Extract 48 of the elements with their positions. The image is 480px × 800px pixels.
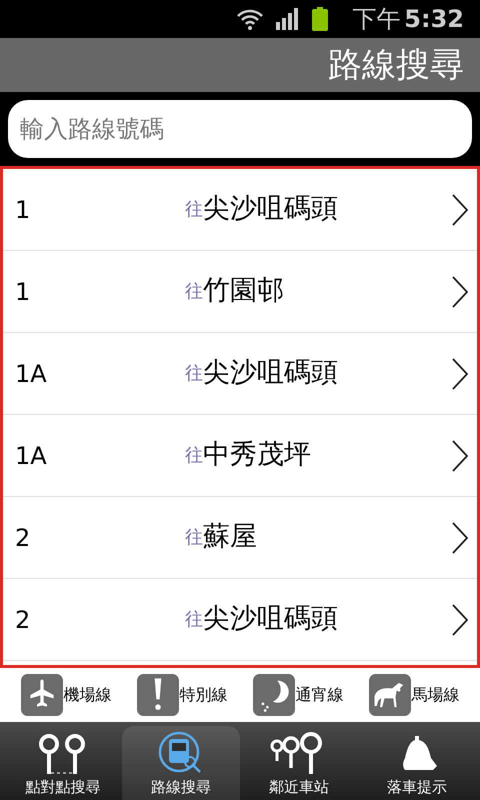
nav-tab[interactable]: 落車提示 bbox=[358, 726, 476, 800]
chevron-right-icon bbox=[451, 356, 469, 390]
search-field[interactable]: 輸入路線號碼 bbox=[8, 100, 472, 158]
moon-icon bbox=[252, 674, 294, 716]
direction-label: 往 bbox=[185, 280, 203, 304]
destination: 尖沙咀碼頭 bbox=[203, 356, 338, 390]
category-button[interactable]: 馬場線 bbox=[368, 674, 460, 716]
route-number: 2 bbox=[15, 522, 32, 554]
destination: 中秀茂坪 bbox=[203, 438, 311, 472]
category-button[interactable]: 機場線 bbox=[20, 674, 112, 716]
airplane-icon bbox=[20, 674, 62, 716]
wifi-icon bbox=[236, 8, 264, 30]
direction-label: 往 bbox=[185, 362, 203, 386]
category-button[interactable]: 通宵線 bbox=[252, 674, 344, 716]
route-row[interactable]: 1A 往中秀茂坪 bbox=[3, 415, 477, 497]
route-row[interactable]: 2 往蘇屋 bbox=[3, 497, 477, 579]
direction-label: 往 bbox=[185, 444, 203, 468]
chevron-right-icon bbox=[451, 602, 469, 636]
direction-label: 往 bbox=[185, 608, 203, 632]
route-number: 1 bbox=[15, 276, 32, 308]
route-number: 1 bbox=[15, 194, 32, 226]
chevron-right-icon bbox=[451, 192, 469, 226]
nav-tab[interactable]: 點對點搜尋 bbox=[4, 726, 122, 800]
battery-icon bbox=[312, 7, 328, 31]
exclamation-icon bbox=[136, 674, 178, 716]
category-button[interactable]: 特別線 bbox=[136, 674, 228, 716]
destination: 竹園邨 bbox=[203, 274, 284, 308]
nav-tab[interactable]: 鄰近車站 bbox=[240, 726, 358, 800]
chevron-right-icon bbox=[451, 274, 469, 308]
chevron-right-icon bbox=[451, 438, 469, 472]
signal-icon bbox=[276, 8, 300, 30]
route-row[interactable]: 2 往尖沙咀碼頭 bbox=[3, 579, 477, 661]
route-row[interactable]: 1A 往尖沙咀碼頭 bbox=[3, 333, 477, 415]
route-number: 1A bbox=[15, 440, 48, 472]
status-time: 下午 5:32 bbox=[352, 4, 464, 35]
page-title: 路線搜尋 bbox=[328, 44, 464, 86]
route-number: 1A bbox=[15, 358, 48, 390]
route-number: 2 bbox=[15, 604, 32, 636]
direction-label: 往 bbox=[185, 198, 203, 222]
direction-label: 往 bbox=[185, 526, 203, 550]
destination: 蘇屋 bbox=[203, 520, 257, 554]
route-row[interactable]: 1 往尖沙咀碼頭 bbox=[3, 169, 477, 251]
destination: 尖沙咀碼頭 bbox=[203, 602, 338, 636]
destination: 尖沙咀碼頭 bbox=[203, 192, 338, 226]
horse-icon bbox=[368, 674, 410, 716]
chevron-right-icon bbox=[451, 520, 469, 554]
nav-tab[interactable]: 路線搜尋 bbox=[122, 726, 240, 800]
route-row[interactable]: 1 往竹園邨 bbox=[3, 251, 477, 333]
